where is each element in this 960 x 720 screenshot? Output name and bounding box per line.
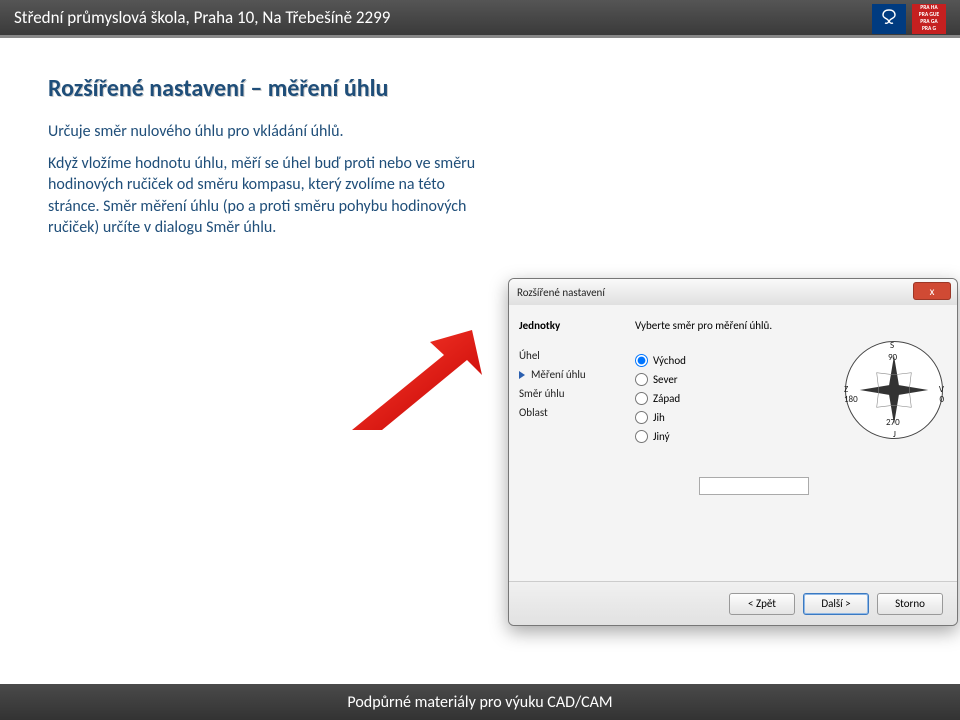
slide-content: Rozšířené nastavení – měření úhlu Určuje… xyxy=(0,38,960,239)
sidebar-item-area[interactable]: Oblast xyxy=(519,403,619,422)
sidebar-header: Jednotky xyxy=(519,319,619,332)
dialog-instruction: Vyberte směr pro měření úhlů. xyxy=(635,319,945,332)
prague-logo: PRA HA PRA GUE PRA GA PRA G xyxy=(912,4,946,34)
back-button[interactable]: < Zpět xyxy=(729,593,795,615)
top-header-bar: Střední průmyslová škola, Praha 10, Na T… xyxy=(0,0,960,38)
radio-north-input[interactable] xyxy=(635,373,648,386)
compass-north-label: S xyxy=(890,340,894,351)
school-name: Střední průmyslová škola, Praha 10, Na T… xyxy=(14,7,390,28)
body-text: Určuje směr nulového úhlu pro vkládání ú… xyxy=(48,121,488,239)
compass-90-label: 90 xyxy=(888,352,897,363)
footer-bar: Podpůrné materiály pro výuku CAD/CAM xyxy=(0,684,960,720)
paragraph-2: Když vložíme hodnotu úhlu, měří se úhel … xyxy=(48,153,488,239)
header-logos: PRA HA PRA GUE PRA GA PRA G xyxy=(872,4,946,34)
close-button[interactable]: x xyxy=(913,282,951,300)
paragraph-1: Určuje směr nulového úhlu pro vkládání ú… xyxy=(48,121,488,143)
dialog-main: Vyberte směr pro měření úhlů. Východ Sev… xyxy=(629,305,957,581)
compass-0-label: 0 xyxy=(939,394,944,405)
sidebar-item-angle-direction[interactable]: Směr úhlu xyxy=(519,384,619,403)
sps-logo xyxy=(872,4,906,34)
extended-settings-dialog: Rozšířené nastavení x Jednotky Úhel Měře… xyxy=(508,278,958,626)
sidebar-item-angle[interactable]: Úhel xyxy=(519,346,619,365)
compass-south-label: J xyxy=(893,429,896,440)
dialog-button-bar: < Zpět Další > Storno xyxy=(509,581,957,625)
page-title: Rozšířené nastavení – měření úhlu xyxy=(48,74,912,103)
cancel-button[interactable]: Storno xyxy=(877,593,943,615)
radio-other-input[interactable] xyxy=(635,430,648,443)
angle-value-input[interactable] xyxy=(699,477,809,495)
dialog-body: Jednotky Úhel Měření úhlu Směr úhlu Obla… xyxy=(509,305,957,581)
next-button[interactable]: Další > xyxy=(803,593,869,615)
compass-diagram: S 90 J 270 Z 180 V 0 xyxy=(845,341,943,439)
close-icon: x xyxy=(930,285,935,298)
compass-180-label: 180 xyxy=(844,394,858,405)
dialog-titlebar: Rozšířené nastavení x xyxy=(509,279,957,305)
red-arrow-annotation xyxy=(352,330,482,430)
dialog-title: Rozšířené nastavení xyxy=(517,286,605,299)
radio-east-input[interactable] xyxy=(635,354,648,367)
dialog-sidebar: Jednotky Úhel Měření úhlu Směr úhlu Obla… xyxy=(509,305,629,581)
radio-west-input[interactable] xyxy=(635,392,648,405)
compass-270-label: 270 xyxy=(886,417,900,428)
sidebar-item-angle-measure[interactable]: Měření úhlu xyxy=(519,365,619,384)
radio-south-input[interactable] xyxy=(635,411,648,424)
footer-text: Podpůrné materiály pro výuku CAD/CAM xyxy=(347,693,612,712)
